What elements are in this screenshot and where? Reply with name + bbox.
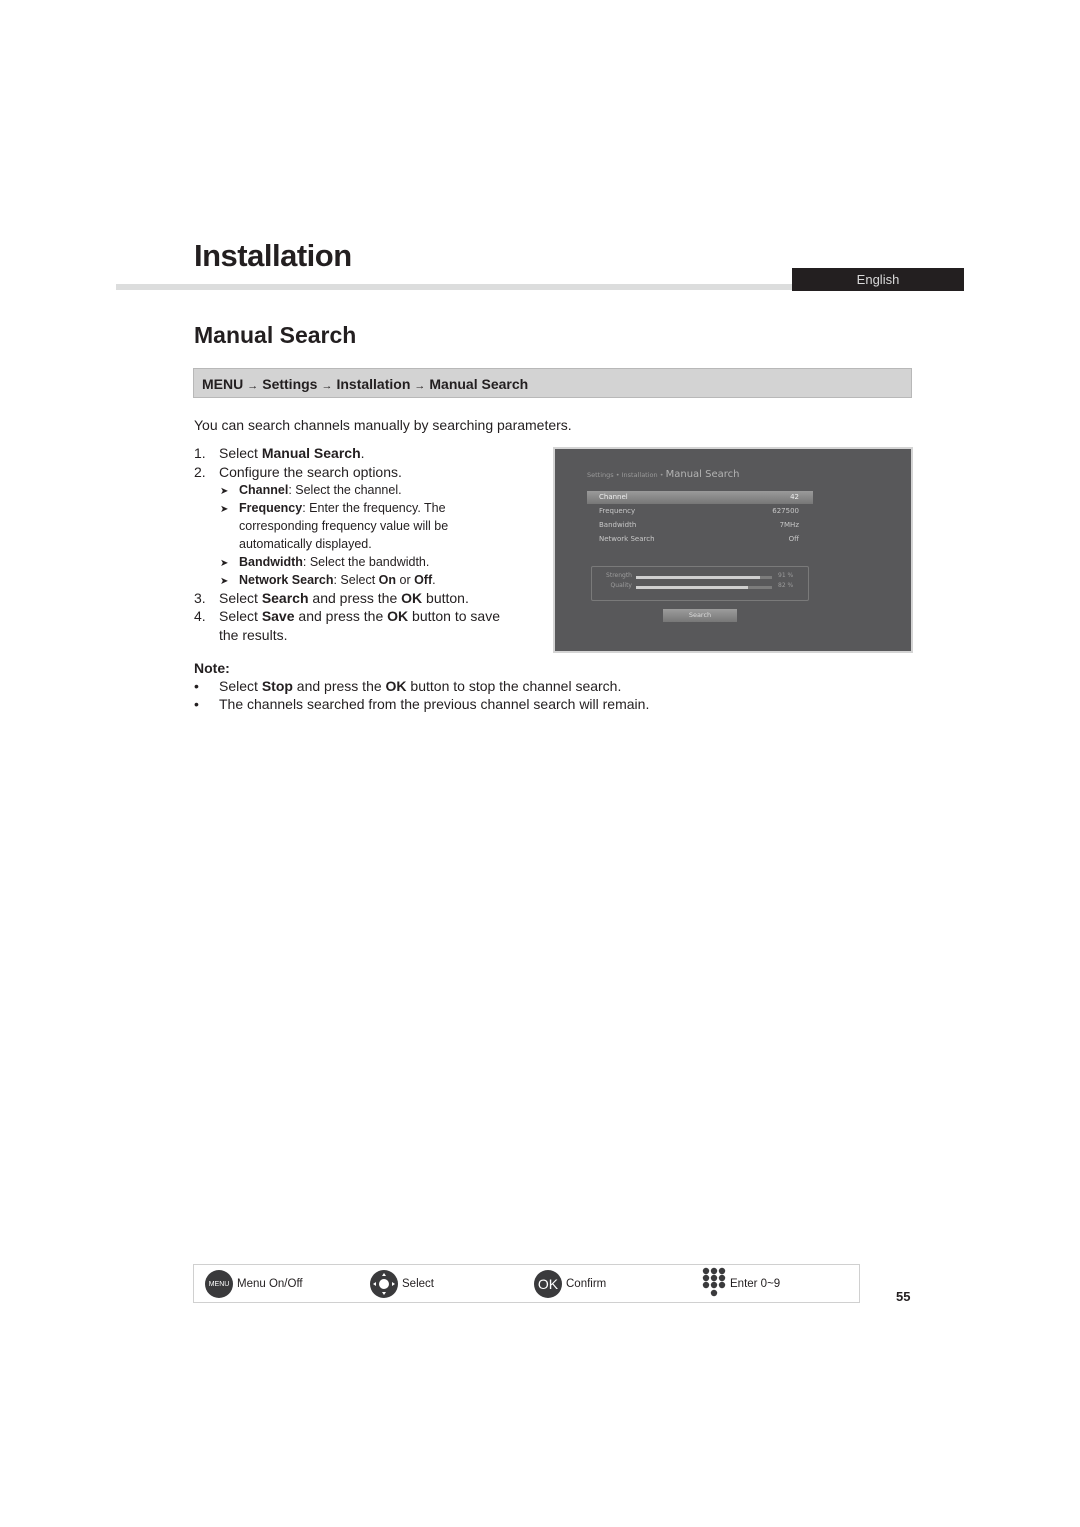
- option-frequency-cont: corresponding frequency value will be: [239, 519, 449, 533]
- arrow-icon: →: [321, 380, 333, 392]
- intro-text: You can search channels manually by sear…: [194, 417, 572, 433]
- bullet-icon: •: [194, 696, 199, 712]
- strength-value: 91 %: [778, 572, 794, 579]
- note-title: Note:: [194, 660, 230, 676]
- bullet-icon: •: [194, 678, 199, 694]
- chapter-title: Installation: [194, 238, 352, 273]
- remote-legend: MENU Menu On/Off Select OK Confirm Enter…: [193, 1264, 860, 1303]
- dpad-icon: [370, 1270, 398, 1298]
- tv-breadcrumb: Settings • Installation • Manual Search: [587, 469, 740, 480]
- tv-row-bandwidth[interactable]: Bandwidth 7MHz: [587, 519, 813, 532]
- menu-path: MENU → Settings → Installation → Manual Search: [193, 368, 912, 398]
- page-number: 55: [896, 1289, 911, 1304]
- legend-confirm: OK Confirm: [534, 1269, 606, 1299]
- option-channel: ➤ Channel: Select the channel.: [220, 483, 402, 497]
- numpad-icon: [702, 1267, 726, 1302]
- option-bandwidth: ➤ Bandwidth: Select the bandwidth.: [220, 555, 430, 569]
- tv-row-network-search[interactable]: Network Search Off: [587, 533, 813, 546]
- tv-search-button[interactable]: Search: [663, 609, 737, 622]
- tv-row-frequency[interactable]: Frequency 627500: [587, 505, 813, 518]
- tv-row-channel[interactable]: Channel 42: [587, 491, 813, 504]
- quality-bar: [636, 586, 772, 589]
- note-item: • Select Stop and press the OK button to …: [194, 678, 622, 694]
- menu-button-icon: MENU: [205, 1270, 233, 1298]
- step-3: 3. Select Search and press the OK button.: [194, 590, 469, 606]
- step-4-cont: the results.: [219, 627, 288, 643]
- section-title: Manual Search: [194, 322, 357, 348]
- quality-fill: [636, 586, 748, 589]
- arrow-icon: →: [247, 380, 259, 392]
- path-item: MENU: [202, 376, 244, 392]
- strength-fill: [636, 576, 760, 579]
- step-2: 2. Configure the search options.: [194, 464, 402, 480]
- header-rule: [116, 284, 792, 290]
- legend-select: Select: [370, 1269, 434, 1299]
- ok-button-icon: OK: [534, 1270, 562, 1298]
- chevron-right-icon: ➤: [220, 504, 229, 515]
- language-tab: English: [792, 268, 964, 291]
- option-frequency-cont: automatically displayed.: [239, 537, 372, 551]
- path-item: Installation: [336, 376, 411, 392]
- legend-menu: MENU Menu On/Off: [205, 1269, 303, 1299]
- chevron-right-icon: ➤: [220, 558, 229, 569]
- quality-label: Quality: [610, 582, 632, 589]
- quality-value: 82 %: [778, 582, 794, 589]
- tv-screenshot: Settings • Installation • Manual Search …: [553, 447, 913, 653]
- step-1: 1. Select Manual Search.: [194, 445, 365, 461]
- option-frequency: ➤ Frequency: Enter the frequency. The: [220, 501, 446, 515]
- option-network-search: ➤ Network Search: Select On or Off.: [220, 573, 436, 587]
- note-item: • The channels searched from the previous…: [194, 696, 650, 712]
- chevron-right-icon: ➤: [220, 486, 229, 497]
- legend-enter: Enter 0~9: [702, 1267, 780, 1302]
- strength-bar: [636, 576, 772, 579]
- arrow-icon: →: [414, 380, 426, 392]
- signal-meters: Strength 91 % Quality 82 %: [591, 566, 809, 601]
- step-4: 4. Select Save and press the OK button to…: [194, 608, 500, 624]
- tv-title: Manual Search: [665, 469, 740, 480]
- path-item: Settings: [262, 376, 318, 392]
- path-item: Manual Search: [429, 376, 529, 392]
- strength-label: Strength: [606, 572, 632, 579]
- chevron-right-icon: ➤: [220, 576, 229, 587]
